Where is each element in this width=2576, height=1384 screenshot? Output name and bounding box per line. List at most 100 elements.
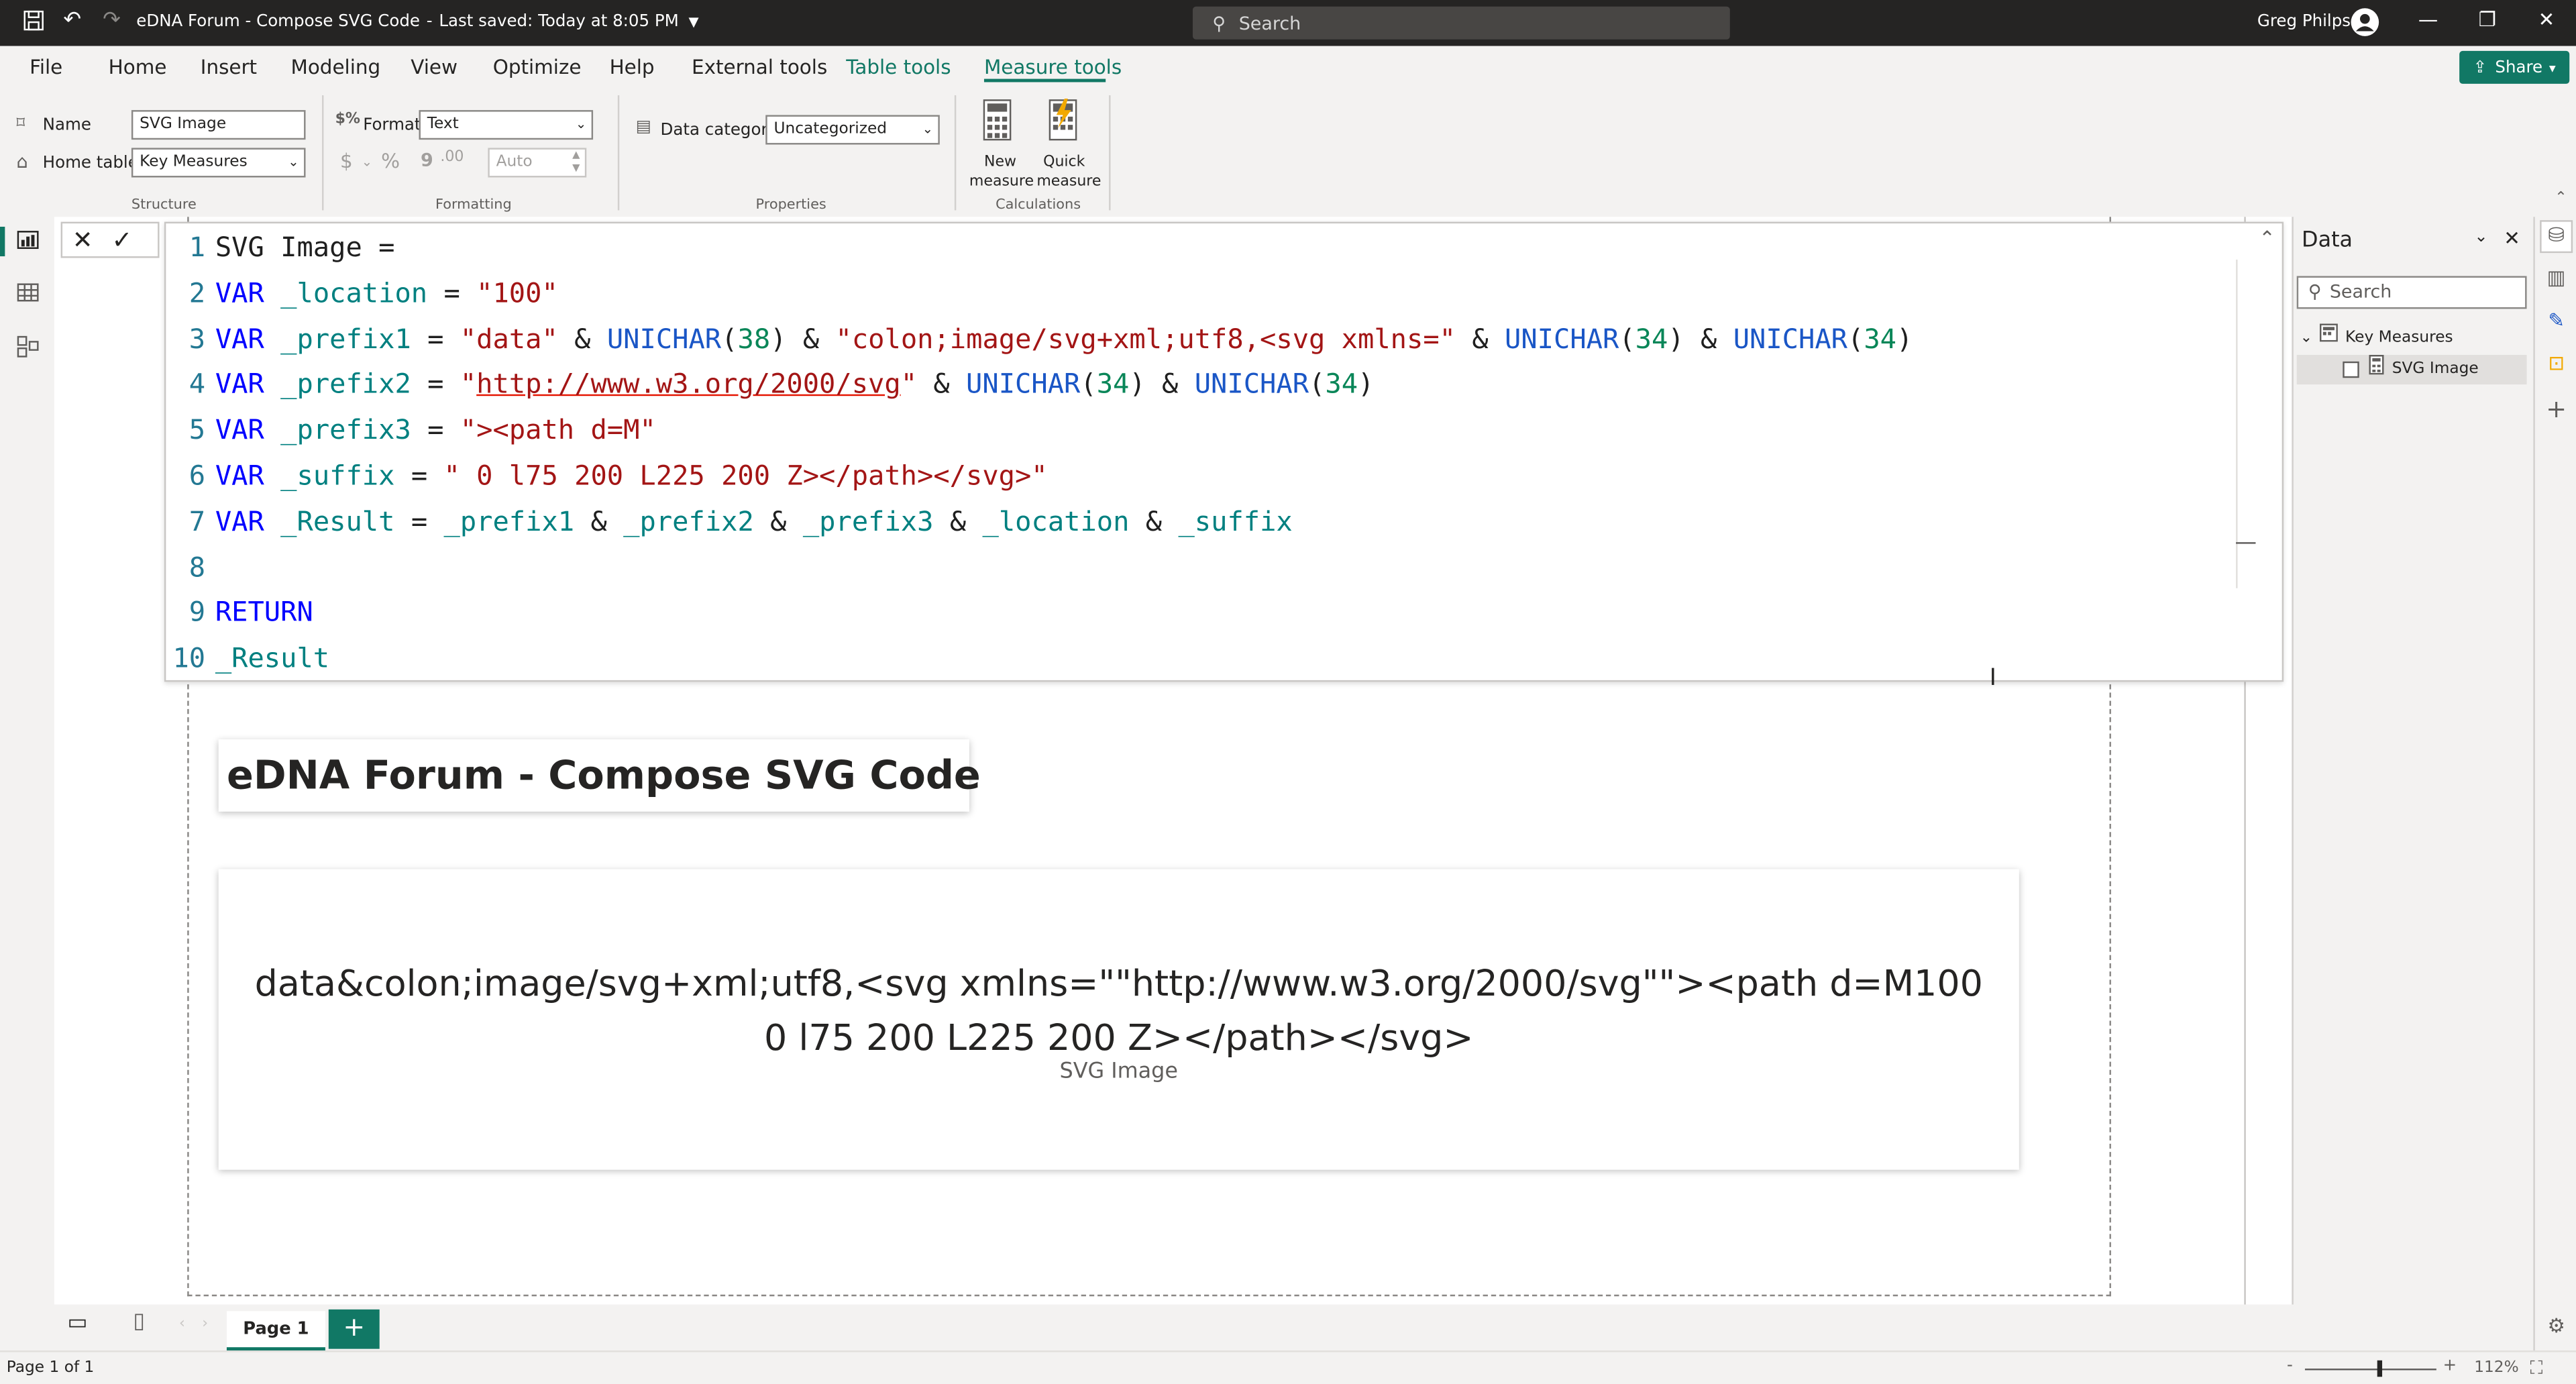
stepper-icon[interactable]: ▲ ▼: [572, 150, 580, 176]
code-token: http://www.w3.org/2000/svg: [476, 368, 901, 401]
decimal-places-input[interactable]: Auto ▲ ▼: [488, 148, 587, 178]
next-page-icon[interactable]: ›: [202, 1316, 208, 1332]
measure-name: SVG Image: [2392, 360, 2479, 378]
filters-icon[interactable]: ⊡: [2543, 352, 2569, 378]
zoom-level: 112%: [2474, 1359, 2519, 1377]
search-box[interactable]: ⚲ Search: [1192, 6, 1730, 40]
add-pane-icon[interactable]: +: [2543, 394, 2569, 424]
zoom-in-icon[interactable]: +: [2443, 1357, 2457, 1375]
code-line[interactable]: 5 VAR _prefix3 = "><path d=M": [166, 408, 656, 454]
table-node[interactable]: ⌄ Key Measures: [2300, 323, 2453, 353]
report-view-icon[interactable]: [15, 230, 41, 253]
menu-table-tools[interactable]: Table tools: [846, 56, 951, 78]
dax-editor[interactable]: ⌃ 1 SVG Image = 2 VAR _location = "100" 3 VAR…: [164, 221, 2284, 682]
editor-scroll-thumb[interactable]: [2236, 542, 2256, 544]
data-category-select[interactable]: Uncategorized ⌄: [765, 115, 940, 145]
restore-icon[interactable]: ❐: [2471, 8, 2504, 31]
search-placeholder: Search: [1238, 12, 1301, 34]
code-line[interactable]: 2 VAR _location = "100": [166, 271, 558, 317]
chevron-down-icon[interactable]: ▼: [688, 15, 698, 30]
code-token: _prefix3: [280, 414, 411, 446]
line-number: 9: [189, 596, 206, 629]
menu-optimize[interactable]: Optimize: [493, 56, 582, 78]
commit-icon[interactable]: ✓: [112, 225, 133, 255]
code-line[interactable]: 10 _Result: [166, 636, 329, 682]
menu-insert[interactable]: Insert: [201, 56, 257, 78]
title-visual[interactable]: eDNA Forum - Compose SVG Code: [218, 739, 981, 812]
menu-modeling[interactable]: Modeling: [290, 56, 380, 78]
zoom-slider-track[interactable]: [2304, 1369, 2436, 1371]
code-line[interactable]: 3 VAR _prefix1 = "data" & UNICHAR(38) & "…: [166, 317, 1913, 363]
card-visual[interactable]: data&colon;image/svg+xml;utf8,<svg xmlns…: [218, 869, 2019, 1170]
desktop-layout-icon[interactable]: ▭: [67, 1311, 87, 1336]
close-pane-icon[interactable]: ✕: [2504, 227, 2520, 250]
menu-help[interactable]: Help: [610, 56, 655, 78]
menu-file[interactable]: File: [30, 56, 62, 78]
model-view-icon[interactable]: [15, 335, 41, 358]
code-token: ): [1358, 368, 1375, 401]
add-page-button[interactable]: +: [328, 1309, 380, 1349]
home-table-select[interactable]: Key Measures ⌄: [131, 148, 306, 178]
collapse-ribbon-icon[interactable]: ⌃: [2555, 191, 2567, 207]
measure-node[interactable]: SVG Image: [2343, 354, 2479, 384]
zoom-out-icon[interactable]: -: [2287, 1357, 2293, 1375]
share-button[interactable]: ⇪ Share ▾: [2459, 50, 2570, 84]
code-line[interactable]: 6 VAR _suffix = " 0 l75 200 L225 200 Z></…: [166, 454, 1048, 500]
code-line[interactable]: 7 VAR _Result = _prefix1 & _prefix2 & _pr…: [166, 499, 1293, 545]
format-select[interactable]: Text ⌄: [419, 110, 594, 140]
code-token: VAR: [215, 323, 281, 354]
name-input[interactable]: SVG Image: [131, 110, 306, 140]
user-name[interactable]: Greg Philps: [2257, 13, 2351, 32]
code-token: 34: [1096, 368, 1130, 401]
save-icon[interactable]: [16, 10, 49, 38]
previous-page-icon[interactable]: ‹: [179, 1316, 185, 1332]
collapse-editor-icon[interactable]: ⌃: [2259, 227, 2275, 250]
chevron-down-icon[interactable]: ⌄: [2300, 323, 2312, 353]
comma-icon[interactable]: 9: [421, 150, 433, 171]
decimal-icon[interactable]: .00: [440, 150, 464, 166]
code-token: RETURN: [215, 596, 313, 629]
mobile-layout-icon[interactable]: ▯: [133, 1310, 145, 1334]
menu-view[interactable]: View: [411, 56, 458, 78]
collapse-pane-icon[interactable]: ⌄: [2474, 228, 2488, 246]
currency-icon[interactable]: $: [340, 150, 353, 172]
code-token: _suffix: [280, 460, 395, 492]
percent-icon[interactable]: %: [381, 150, 400, 172]
build-visual-icon[interactable]: ▥: [2543, 266, 2569, 292]
menu-external-tools[interactable]: External tools: [692, 56, 827, 78]
editor-scrollbar[interactable]: [2236, 259, 2238, 588]
code-line[interactable]: 9 RETURN: [166, 590, 313, 637]
code-token: =: [394, 505, 444, 537]
format-visual-icon[interactable]: ✎: [2543, 309, 2569, 335]
quick-measure-button[interactable]: Quick measure: [1036, 95, 1101, 197]
menu-measure-tools[interactable]: Measure tools: [984, 56, 1122, 78]
card-value-line-1: data&colon;image/svg+xml;utf8,<svg xmlns…: [254, 964, 1983, 1006]
avatar[interactable]: [2351, 8, 2379, 36]
title-bar: ↶ ↷ eDNA Forum - Compose SVG Code - Last…: [0, 0, 2576, 46]
redo-icon[interactable]: ↷: [95, 8, 128, 33]
code-line[interactable]: 8: [166, 545, 215, 591]
data-search-input[interactable]: ⚲ Search: [2296, 276, 2527, 309]
code-token: "data": [460, 323, 558, 354]
page-tab-1[interactable]: Page 1: [226, 1311, 325, 1351]
code-line[interactable]: 4 VAR _prefix2 = "http://www.w3.org/2000/…: [166, 362, 1375, 409]
chevron-down-icon: ▾: [2548, 60, 2556, 75]
ribbon-separator: [617, 95, 620, 211]
new-measure-button[interactable]: New measure: [969, 95, 1034, 197]
table-view-icon[interactable]: [15, 282, 41, 305]
fit-to-page-icon[interactable]: ⛶: [2530, 1357, 2542, 1380]
minimize-icon[interactable]: —: [2412, 8, 2445, 31]
menu-home[interactable]: Home: [109, 56, 167, 78]
window-title[interactable]: eDNA Forum - Compose SVG Code - Last sav…: [136, 13, 698, 32]
close-window-icon[interactable]: ✕: [2530, 8, 2563, 31]
code-token: =: [394, 460, 444, 492]
settings-icon[interactable]: ⚙: [2543, 1314, 2569, 1340]
undo-icon[interactable]: ↶: [56, 8, 89, 33]
chevron-down-icon[interactable]: ⌄: [362, 154, 372, 169]
name-label: Name: [42, 116, 91, 135]
measure-checkbox[interactable]: [2343, 361, 2359, 378]
cancel-icon[interactable]: ✕: [72, 225, 93, 255]
table-name: Key Measures: [2345, 328, 2453, 347]
zoom-slider-thumb[interactable]: [2377, 1360, 2382, 1377]
code-line[interactable]: 1 SVG Image =: [166, 225, 395, 272]
